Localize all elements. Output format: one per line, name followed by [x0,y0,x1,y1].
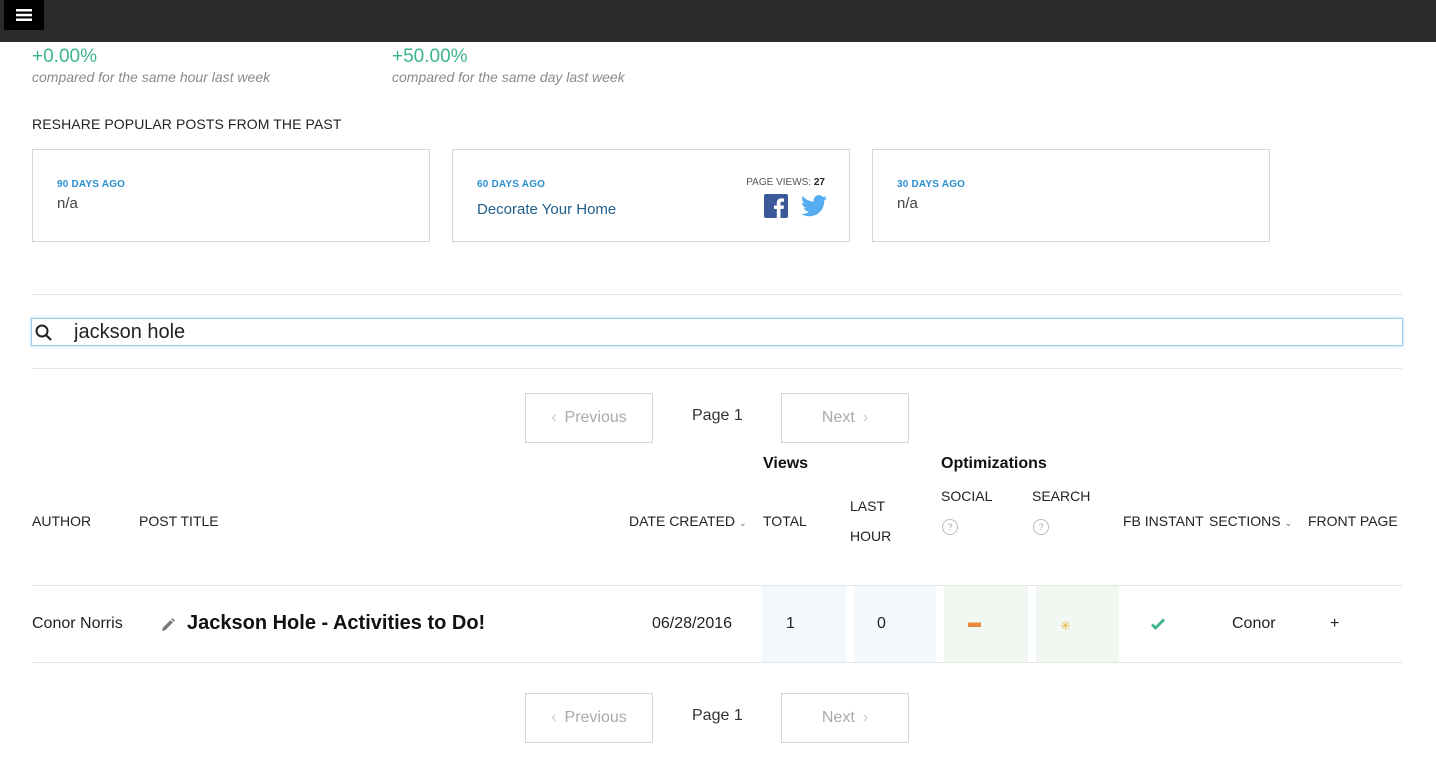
page-views: PAGE VIEWS: 27 [746,177,825,188]
twitter-icon [801,195,827,217]
hamburger-icon [16,9,32,21]
pager-top: ‹ Previous Page 1 Next › [525,393,909,443]
divider [32,294,1402,295]
views-group-header: Views [763,455,809,472]
column-sections[interactable]: SECTIONS ⌄ [1209,513,1292,529]
search-icon [35,324,52,341]
pager-bottom: ‹ Previous Page 1 Next › [525,693,909,743]
previous-label: Previous [564,709,627,726]
next-label: Next [821,709,855,726]
row-post-title[interactable]: Jackson Hole - Activities to Do! [187,612,485,635]
search-cell-bg [1036,586,1119,662]
row-divider [32,585,1402,586]
chevron-down-icon: ⌄ [1284,518,1293,528]
chevron-left-icon: ‹ [551,709,557,726]
row-divider [32,662,1402,663]
reshare-card-90-days: 90 DAYS AGO n/a [32,149,430,242]
checkmark-icon[interactable] [1151,618,1165,630]
daily-compare-text: compared for the same day last week [392,69,625,85]
column-last-hour-line1: LAST [850,498,886,514]
card-post: n/a [57,195,78,212]
facebook-icon [774,198,784,218]
chevron-left-icon: ‹ [551,409,557,426]
social-status-icon[interactable] [968,622,981,627]
facebook-share-button[interactable] [764,194,788,218]
column-total: TOTAL [763,513,807,529]
row-author: Conor Norris [32,615,123,632]
hourly-change: +0.00% [32,46,97,67]
previous-page-button[interactable]: ‹ Previous [525,393,653,443]
search-box [31,318,1403,346]
column-fb-instant: FB INSTANT [1123,513,1204,529]
social-help-icon[interactable]: ? [942,519,958,535]
card-ago-label: 30 DAYS AGO [897,179,966,190]
previous-page-button[interactable]: ‹ Previous [525,693,653,743]
column-search: SEARCH [1032,488,1091,504]
divider [32,368,1402,369]
search-help-icon[interactable]: ? [1033,519,1049,535]
top-bar [0,0,1436,42]
edit-pencil-icon[interactable] [160,617,176,633]
sections-label: SECTIONS [1209,513,1281,529]
card-post: n/a [897,195,918,212]
twitter-share-button[interactable] [801,195,827,217]
hourly-stat: +0.00% compared for the same hour last w… [32,46,270,86]
column-author: AUTHOR [32,513,92,529]
reshare-card-60-days: 60 DAYS AGO Decorate Your Home PAGE VIEW… [452,149,850,242]
row-sections[interactable]: Conor [1232,615,1276,633]
next-page-button[interactable]: Next › [781,393,909,443]
column-front-page: FRONT PAGE [1308,513,1398,529]
daily-stat: +50.00% compared for the same day last w… [392,46,625,86]
optimizations-group-header: Optimizations [941,455,1047,472]
reshare-title: RESHARE POPULAR POSTS FROM THE PAST [32,116,342,132]
next-label: Next [821,409,855,426]
date-created-label: DATE CREATED [629,513,736,529]
chevron-down-icon: ⌄ [739,518,747,528]
card-post-link[interactable]: Decorate Your Home [477,201,616,218]
hamburger-menu-button[interactable] [4,0,44,30]
search-input[interactable] [74,319,1374,345]
page-number: Page 1 [692,707,743,724]
column-last-hour-line2: HOUR [850,528,892,544]
card-ago-label: 60 DAYS AGO [477,179,546,190]
row-total: 1 [786,615,795,632]
hourly-compare-text: compared for the same hour last week [32,69,271,85]
column-date-created[interactable]: DATE CREATED ⌄ [629,513,747,529]
reshare-card-30-days: 30 DAYS AGO n/a [872,149,1270,242]
add-front-page-button[interactable]: + [1330,615,1339,633]
page-views-count: 27 [813,177,825,188]
total-cell-bg [762,586,846,662]
search-status-icon[interactable]: ✳ [1060,618,1071,634]
card-ago-label: 90 DAYS AGO [57,179,126,190]
column-post-title: POST TITLE [139,513,219,529]
row-last-hour: 0 [877,615,886,632]
chevron-right-icon: › [862,409,869,426]
next-page-button[interactable]: Next › [781,693,909,743]
page-number: Page 1 [692,407,743,424]
page-views-label: PAGE VIEWS: [746,177,812,188]
column-social: SOCIAL [941,488,993,504]
row-date: 06/28/2016 [652,615,733,632]
social-cell-bg [944,586,1028,662]
chevron-right-icon: › [862,709,869,726]
daily-change: +50.00% [392,46,468,67]
last-hour-cell-bg [854,586,936,662]
previous-label: Previous [564,409,627,426]
